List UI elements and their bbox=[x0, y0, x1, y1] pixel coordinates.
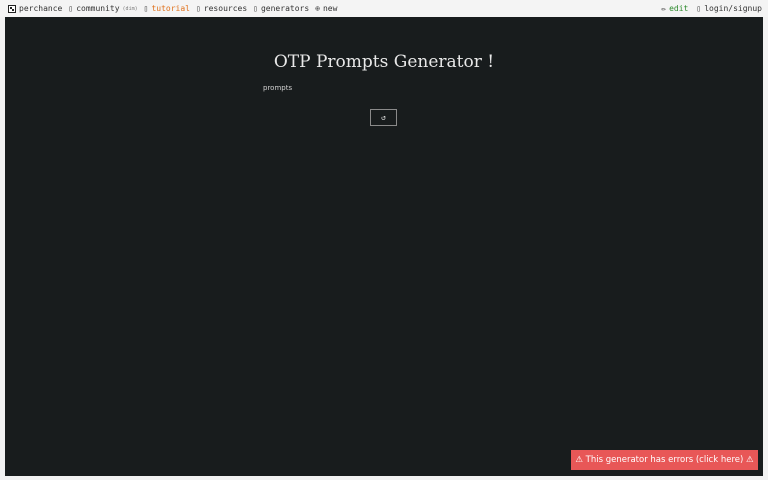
community-label: community bbox=[76, 4, 120, 13]
community-dim-label: (dim) bbox=[122, 5, 138, 12]
nav-right: ✏ edit ▯ login/signup bbox=[661, 4, 762, 13]
brand-label: perchance bbox=[19, 4, 63, 13]
list-icon: ▯ bbox=[253, 4, 258, 13]
brand-link[interactable]: perchance bbox=[8, 4, 62, 13]
new-link[interactable]: ⊕ new bbox=[315, 4, 337, 13]
top-nav-bar: perchance ▯ community (dim) ▯ tutorial ▯… bbox=[0, 0, 768, 17]
book-icon: ▯ bbox=[143, 4, 149, 13]
resources-label: resources bbox=[203, 4, 248, 13]
chat-icon: ▯ bbox=[68, 4, 74, 13]
new-label: new bbox=[322, 4, 338, 13]
refresh-icon: ↺ bbox=[381, 113, 386, 122]
generators-link[interactable]: ▯ generators bbox=[253, 4, 309, 13]
folder-icon: ▯ bbox=[195, 4, 201, 13]
edit-label: edit bbox=[669, 4, 689, 13]
resources-link[interactable]: ▯ resources bbox=[196, 4, 247, 13]
output-label: prompts bbox=[263, 84, 293, 92]
dice-icon bbox=[8, 4, 16, 13]
tutorial-link[interactable]: ▯ tutorial bbox=[144, 4, 190, 13]
generators-label: generators bbox=[260, 4, 310, 13]
edit-link[interactable]: ✏ edit bbox=[661, 4, 688, 13]
page-title: OTP Prompts Generator ! bbox=[273, 52, 495, 72]
generator-output-frame: OTP Prompts Generator ! prompts ↺ bbox=[5, 17, 763, 476]
tutorial-label: tutorial bbox=[151, 4, 190, 13]
login-link[interactable]: ▯ login/signup bbox=[696, 4, 762, 13]
community-link[interactable]: ▯ community (dim) bbox=[68, 4, 137, 13]
error-banner[interactable]: ⚠ This generator has errors (click here)… bbox=[571, 450, 758, 470]
reroll-button[interactable]: ↺ bbox=[370, 109, 397, 126]
plus-circle-icon: ⊕ bbox=[315, 4, 320, 13]
nav-left: perchance ▯ community (dim) ▯ tutorial ▯… bbox=[8, 4, 337, 13]
login-label: login/signup bbox=[704, 4, 762, 13]
pencil-icon: ✏ bbox=[661, 4, 667, 13]
user-icon: ▯ bbox=[696, 4, 702, 13]
